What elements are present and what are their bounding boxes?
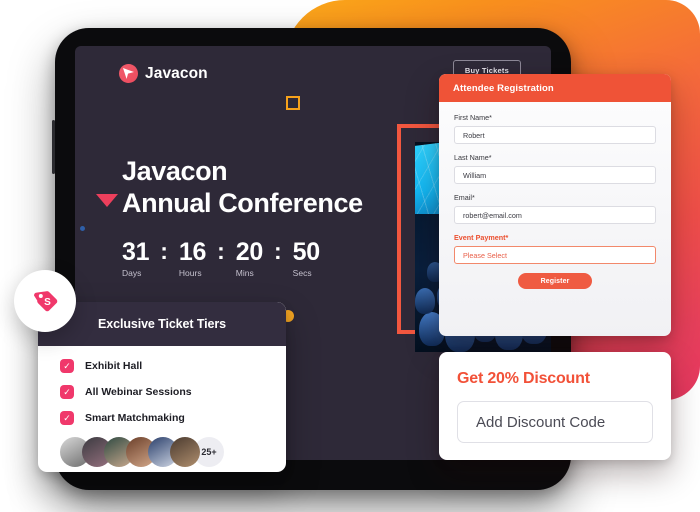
countdown-separator: : bbox=[217, 237, 225, 264]
countdown-unit-mins: 20 Mins bbox=[235, 237, 264, 278]
ticket-tiers-title: Exclusive Ticket Tiers bbox=[98, 317, 226, 331]
poster-composition: Javacon Buy Tickets Javacon Annual Confe… bbox=[0, 0, 700, 512]
list-item[interactable]: ✓ All Webinar Sessions bbox=[60, 385, 286, 399]
email-field[interactable]: robert@email.com bbox=[454, 206, 656, 224]
list-item[interactable]: ✓ Exhibit Hall bbox=[60, 359, 286, 373]
check-icon: ✓ bbox=[60, 385, 74, 399]
countdown-unit-secs: 50 Secs bbox=[292, 237, 321, 278]
countdown-hours-value: 16 bbox=[178, 237, 207, 266]
countdown-mins-label: Mins bbox=[235, 267, 254, 278]
decor-square-icon bbox=[286, 96, 300, 110]
decor-triangle-icon bbox=[96, 194, 118, 207]
countdown-unit-hours: 16 Hours bbox=[178, 237, 207, 278]
countdown-timer: 31 Days : 16 Hours : 20 Mins : 50 Secs bbox=[122, 237, 363, 278]
decor-dot-blue-icon bbox=[80, 226, 85, 231]
countdown-mins-value: 20 bbox=[235, 237, 264, 266]
brand-logo[interactable]: Javacon bbox=[119, 64, 208, 83]
discount-code-input[interactable]: Add Discount Code bbox=[457, 401, 653, 443]
registration-header: Attendee Registration bbox=[439, 74, 671, 102]
email-label: Email* bbox=[454, 193, 475, 202]
event-payment-label: Event Payment* bbox=[454, 233, 509, 242]
attendee-registration-card: Attendee Registration First Name* Robert… bbox=[439, 74, 671, 336]
list-item-label: Exhibit Hall bbox=[85, 360, 143, 372]
countdown-secs-label: Secs bbox=[292, 267, 312, 278]
tablet-side-button bbox=[52, 120, 55, 174]
ticket-tiers-card: Exclusive Ticket Tiers ✓ Exhibit Hall ✓ … bbox=[38, 302, 286, 472]
first-name-label: First Name* bbox=[454, 113, 492, 122]
list-item-label: All Webinar Sessions bbox=[85, 386, 192, 398]
ticket-tiers-list: ✓ Exhibit Hall ✓ All Webinar Sessions ✓ … bbox=[38, 346, 286, 467]
discount-card: Get 20% Discount Add Discount Code bbox=[439, 352, 671, 460]
list-item[interactable]: ✓ Smart Matchmaking bbox=[60, 411, 286, 425]
discount-title: Get 20% Discount bbox=[457, 370, 590, 387]
svg-text:S: S bbox=[44, 297, 51, 308]
check-icon: ✓ bbox=[60, 411, 74, 425]
countdown-separator: : bbox=[274, 237, 282, 264]
check-icon: ✓ bbox=[60, 359, 74, 373]
countdown-days-value: 31 bbox=[122, 237, 150, 266]
countdown-unit-days: 31 Days bbox=[122, 237, 150, 278]
list-item-label: Smart Matchmaking bbox=[85, 412, 185, 424]
countdown-secs-value: 50 bbox=[292, 237, 321, 266]
brand-name: Javacon bbox=[145, 64, 208, 82]
hero-headline: Javacon Annual Conference bbox=[122, 156, 363, 218]
event-payment-select[interactable]: Please Select bbox=[454, 246, 656, 264]
last-name-label: Last Name* bbox=[454, 153, 492, 162]
countdown-hours-label: Hours bbox=[178, 267, 202, 278]
javacon-play-mark-icon bbox=[119, 64, 138, 83]
hero-section: Javacon Annual Conference 31 Days : 16 H… bbox=[122, 156, 363, 278]
attendee-avatars: 25+ bbox=[60, 437, 286, 467]
avatar bbox=[170, 437, 200, 467]
ticket-tiers-header: Exclusive Ticket Tiers bbox=[38, 302, 286, 346]
last-name-field[interactable]: William bbox=[454, 166, 656, 184]
countdown-days-label: Days bbox=[122, 267, 142, 278]
countdown-separator: : bbox=[160, 237, 168, 264]
price-tag-icon: S bbox=[30, 284, 60, 319]
price-tag-badge: S bbox=[14, 270, 76, 332]
register-button[interactable]: Register bbox=[518, 273, 592, 289]
first-name-field[interactable]: Robert bbox=[454, 126, 656, 144]
registration-form: First Name* Robert Last Name* William Em… bbox=[439, 102, 671, 289]
registration-title: Attendee Registration bbox=[453, 82, 554, 94]
